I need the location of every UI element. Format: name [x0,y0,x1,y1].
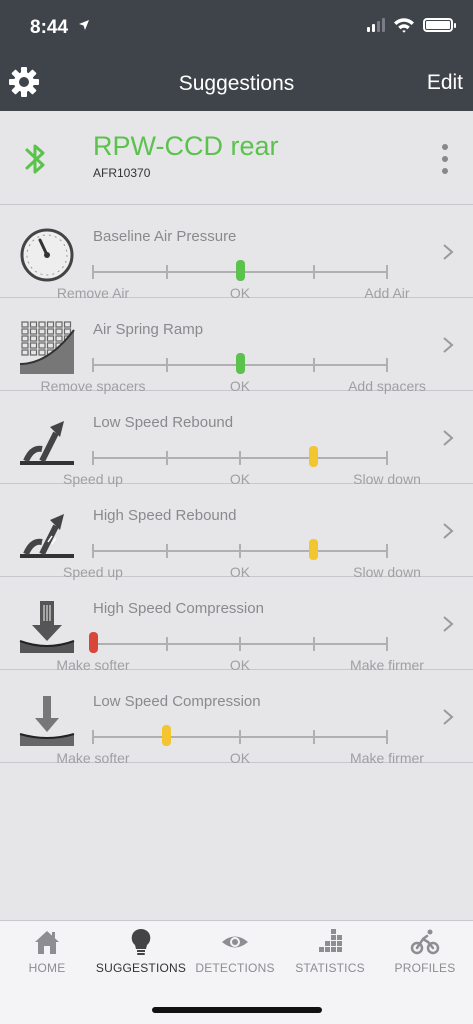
page-title: Suggestions [178,72,295,95]
scale-tick [165,451,168,465]
scale-label-right: Make firmer [350,750,424,766]
scale-label-left: Make softer [56,750,130,766]
scale-tick [386,637,388,651]
chevron-right-icon [441,708,455,726]
device-row[interactable]: RPW-CCD rear AFR10370 [0,111,473,205]
bluetooth-icon [25,144,45,174]
spring-ramp-icon [18,320,76,376]
level-marker [162,725,171,746]
lightbulb-icon [131,928,151,955]
scale-tick [312,265,315,279]
suggestion-scale [88,632,388,653]
scale-tick [386,358,388,372]
tab-suggestions[interactable]: SUGGESTIONS [94,927,188,975]
suggestion-scale [92,539,388,560]
chevron-right-icon [441,336,455,354]
tab-profiles[interactable]: PROFILES [378,927,472,975]
status-icons [367,17,456,33]
house-icon [35,931,59,954]
chevron-right-icon [441,243,455,261]
low-speed-compression-icon [18,692,76,748]
scale-tick [165,265,168,279]
header: 8:44 Suggestions Edit [0,0,473,111]
suggestion-row[interactable]: High Speed Compression Make softer OK Make … [0,577,473,673]
scale-tick [165,544,168,558]
level-marker [309,539,318,560]
scale-tick [386,544,388,558]
home-indicator [152,1007,322,1013]
more-options-icon[interactable] [440,144,450,174]
suggestion-title: High Speed Compression [93,600,264,617]
gauge-icon [18,227,76,283]
scale-label-ok: OK [229,750,251,766]
scale-tick [92,265,94,279]
tab-label-profiles: PROFILES [394,961,456,975]
suggestion-row[interactable]: Low Speed Compression Make softer OK Make f… [0,670,473,766]
tab-label-statistics: STATISTICS [295,961,365,975]
suggestion-scale [92,260,388,281]
scale-tick [239,544,241,558]
device-name: RPW-CCD rear [93,131,279,161]
scale-tick [239,637,241,651]
scale-tick [165,637,168,651]
scale-tick [239,730,241,744]
device-id: AFR10370 [93,166,151,180]
bar-chart-icon [319,929,342,952]
location-arrow-icon [78,18,90,34]
level-marker [88,632,98,653]
signal-icon [367,18,385,32]
suggestion-scale [92,446,388,467]
suggestion-scale [92,353,388,374]
low-speed-rebound-icon [18,413,76,469]
suggestion-row[interactable]: Baseline Air Pressure Remove Air OK Add Air [0,205,473,301]
status-time: 8:44 [30,17,69,38]
tab-label-suggestions: SUGGESTIONS [95,961,187,975]
tab-label-home: HOME [28,961,66,975]
scale-tick [165,358,168,372]
level-marker [235,353,245,374]
suggestion-title: Low Speed Rebound [93,414,234,431]
suggestion-title: High Speed Rebound [93,507,237,524]
scale-tick [312,637,315,651]
cyclist-icon [410,929,440,955]
suggestion-title: Low Speed Compression [93,693,261,710]
chevron-right-icon [441,522,455,540]
tab-detections[interactable]: DETECTIONS [188,927,282,975]
suggestion-scale [92,725,388,746]
edit-button[interactable]: Edit [427,71,463,95]
high-speed-compression-icon [18,599,76,655]
scale-tick [239,451,241,465]
tab-label-detections: DETECTIONS [195,961,275,975]
scale-tick [386,730,388,744]
scale-tick [92,544,94,558]
level-marker [235,260,245,281]
scale-tick [312,730,315,744]
suggestion-title: Baseline Air Pressure [93,228,237,245]
tab-home[interactable]: HOME [0,927,94,975]
eye-icon [222,936,248,948]
suggestion-row[interactable]: High Speed Rebound Speed up OK Slow down [0,484,473,580]
chevron-right-icon [441,429,455,447]
scale-tick [312,358,315,372]
suggestion-row[interactable]: Air Spring Ramp Remove spacers OK Add space… [0,298,473,394]
level-marker [309,446,318,467]
tab-statistics[interactable]: STATISTICS [283,927,377,975]
suggestion-row[interactable]: Low Speed Rebound Speed up OK Slow down [0,391,473,487]
chevron-right-icon [441,615,455,633]
high-speed-rebound-icon [18,506,76,562]
scale-tick [92,730,94,744]
wifi-icon [394,18,414,33]
scale-tick [386,265,388,279]
battery-icon [423,18,456,32]
scale-tick [386,451,388,465]
suggestion-title: Air Spring Ramp [93,321,204,338]
scale-tick [92,358,94,372]
scale-tick [92,451,94,465]
